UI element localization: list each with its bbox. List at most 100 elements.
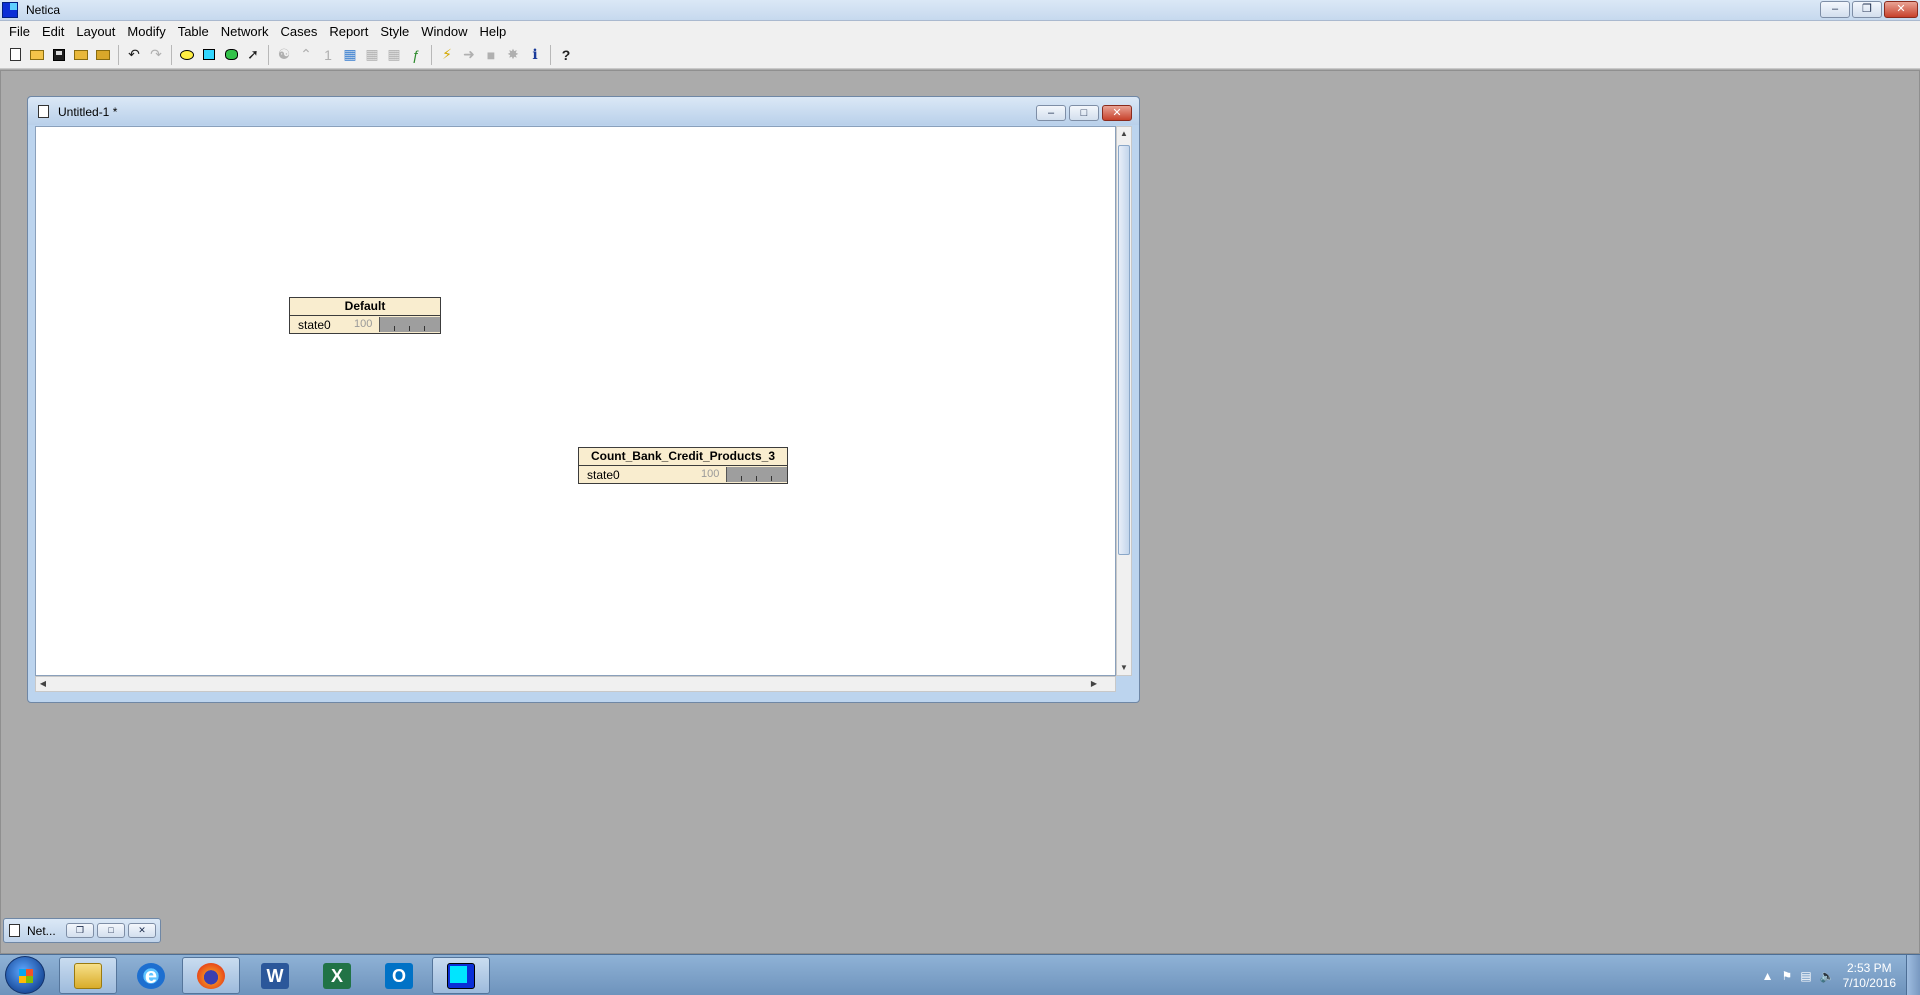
utility-node-icon[interactable] — [220, 44, 242, 66]
menu-layout[interactable]: Layout — [70, 24, 121, 39]
toolbar-separator — [118, 44, 119, 65]
minimize-button[interactable]: – — [1820, 1, 1850, 18]
state-name: state0 — [587, 468, 620, 482]
menu-cases[interactable]: Cases — [274, 24, 323, 39]
equation-icon[interactable]: 1 — [317, 44, 339, 66]
scroll-left-icon[interactable]: ◀ — [36, 677, 50, 691]
network-canvas[interactable]: Default state0 100 Count_Bank_Credit_Pro… — [35, 126, 1116, 676]
netica-app-icon — [2, 2, 18, 18]
restore-button[interactable]: ❐ — [1852, 1, 1882, 18]
state-name: state0 — [298, 318, 331, 332]
save-all-icon[interactable] — [92, 44, 114, 66]
network-window-title: Untitled-1 * — [58, 105, 118, 119]
nature-node-icon[interactable] — [176, 44, 198, 66]
volume-icon[interactable]: 🔈 — [1820, 969, 1835, 983]
info-icon[interactable]: i — [524, 44, 546, 66]
save-icon[interactable] — [48, 44, 70, 66]
compile-lightning-icon[interactable]: ⚡ — [436, 44, 458, 66]
taskbar-excel[interactable]: X — [308, 957, 366, 994]
save-as-icon[interactable] — [70, 44, 92, 66]
link-arrow-icon[interactable]: ➚ — [242, 44, 264, 66]
minwin-close-button[interactable]: ✕ — [128, 923, 156, 938]
main-title-bar[interactable]: Netica – ❐ ✕ — [0, 0, 1920, 21]
menu-modify[interactable]: Modify — [121, 24, 171, 39]
menu-file[interactable]: File — [3, 24, 36, 39]
help-icon[interactable]: ? — [555, 44, 577, 66]
menu-table[interactable]: Table — [172, 24, 215, 39]
belief-bar — [726, 467, 787, 482]
vertical-scrollbar[interactable]: ▲ ▼ — [1116, 126, 1132, 676]
state-probability: 100 — [701, 468, 720, 480]
minimized-window-controls: ❐ □ ✕ — [66, 923, 156, 938]
network-icon[interactable]: ▦ — [383, 44, 405, 66]
child-close-button[interactable]: ✕ — [1102, 105, 1132, 121]
taskbar-word[interactable]: W — [246, 957, 304, 994]
scroll-up-icon[interactable]: ▲ — [1117, 127, 1131, 141]
child-maximize-button[interactable]: □ — [1069, 105, 1099, 121]
minwin-maximize-button[interactable]: □ — [97, 923, 125, 938]
show-desktop-button[interactable] — [1906, 955, 1920, 995]
network-icon[interactable]: ▤ — [1800, 969, 1811, 983]
menu-report[interactable]: Report — [323, 24, 374, 39]
system-tray: ▲ ⚑ ▤ 🔈 2:53 PM 7/10/2016 — [1762, 961, 1896, 991]
menu-edit[interactable]: Edit — [36, 24, 70, 39]
taskbar-file-explorer[interactable] — [59, 957, 117, 994]
add-node-icon[interactable]: ▦ — [339, 44, 361, 66]
minwin-restore-button[interactable]: ❐ — [66, 923, 94, 938]
start-button[interactable] — [5, 956, 45, 994]
system-clock[interactable]: 2:53 PM 7/10/2016 — [1843, 961, 1896, 991]
taskbar-internet-explorer[interactable]: e — [122, 957, 180, 994]
absorb-node-icon[interactable]: ☯ — [273, 44, 295, 66]
child-minimize-button[interactable]: – — [1036, 105, 1066, 121]
node-state-row: state0 100 — [290, 316, 440, 333]
close-button[interactable]: ✕ — [1884, 1, 1918, 18]
network-window[interactable]: Untitled-1 * – □ ✕ Default state0 100 Co… — [27, 96, 1140, 703]
reverse-link-icon[interactable]: ⌃ — [295, 44, 317, 66]
internet-explorer-icon: e — [137, 962, 165, 989]
node-name: Count_Bank_Credit_Products_3 — [579, 448, 787, 466]
stop-icon[interactable]: ■ — [480, 44, 502, 66]
function-icon[interactable]: ƒ — [405, 44, 427, 66]
scroll-right-icon[interactable]: ▶ — [1087, 677, 1101, 691]
undo-icon[interactable]: ↶ — [123, 44, 145, 66]
action-center-flag-icon[interactable]: ⚑ — [1782, 969, 1793, 983]
taskbar-netica[interactable] — [432, 957, 490, 994]
outlook-icon: O — [385, 962, 413, 989]
redo-icon[interactable]: ↷ — [145, 44, 167, 66]
window-title: Netica — [26, 3, 61, 17]
menu-window[interactable]: Window — [415, 24, 473, 39]
select-icon[interactable]: ▦ — [361, 44, 383, 66]
bayes-node-count-bank-credit-products[interactable]: Count_Bank_Credit_Products_3 state0 100 — [578, 447, 788, 484]
star-icon[interactable]: ✸ — [502, 44, 524, 66]
clock-time: 2:53 PM — [1846, 961, 1892, 975]
node-state-row: state0 100 — [579, 466, 787, 483]
minimized-window[interactable]: Net... ❐ □ ✕ — [3, 918, 161, 943]
firefox-icon — [197, 962, 225, 989]
document-icon — [9, 924, 20, 937]
folder-icon — [74, 962, 102, 989]
arrow-right-icon[interactable]: ➜ — [458, 44, 480, 66]
node-name: Default — [290, 298, 440, 316]
show-hidden-icons-icon[interactable]: ▲ — [1762, 969, 1774, 983]
bayes-node-default[interactable]: Default state0 100 — [289, 297, 441, 334]
taskbar: e W X O ▲ ⚑ ▤ 🔈 2:53 PM 7/10/2016 — [0, 954, 1920, 995]
state-probability: 100 — [354, 318, 373, 330]
netica-icon — [447, 962, 475, 989]
menu-bar: File Edit Layout Modify Table Network Ca… — [0, 21, 1920, 41]
network-window-title-bar[interactable]: Untitled-1 * – □ ✕ — [28, 97, 1139, 125]
vertical-scroll-thumb[interactable] — [1118, 145, 1130, 555]
new-file-icon[interactable] — [4, 44, 26, 66]
decision-node-icon[interactable] — [198, 44, 220, 66]
menu-help[interactable]: Help — [474, 24, 513, 39]
open-folder-icon[interactable] — [26, 44, 48, 66]
belief-bar — [379, 317, 440, 332]
horizontal-scrollbar[interactable]: ◀ ▶ — [35, 676, 1116, 692]
toolbar-separator — [171, 44, 172, 65]
toolbar-separator — [268, 44, 269, 65]
window-controls: – ❐ ✕ — [1820, 1, 1918, 18]
menu-style[interactable]: Style — [374, 24, 415, 39]
menu-network[interactable]: Network — [215, 24, 275, 39]
scroll-down-icon[interactable]: ▼ — [1117, 661, 1131, 675]
taskbar-outlook[interactable]: O — [370, 957, 428, 994]
taskbar-firefox[interactable] — [182, 957, 240, 994]
